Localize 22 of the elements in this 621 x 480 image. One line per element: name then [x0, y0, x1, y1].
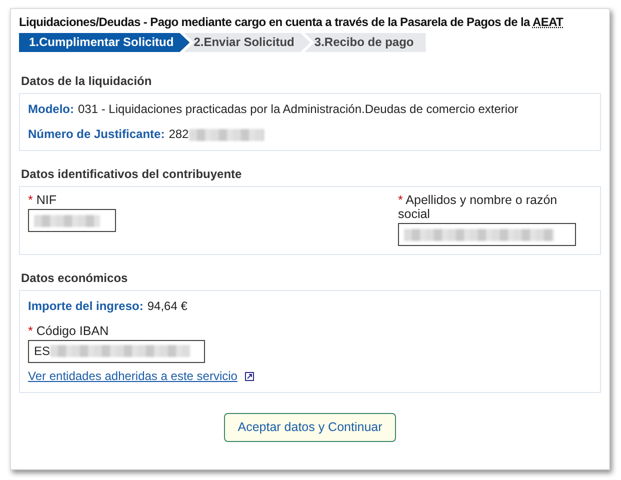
field-label: Número de Justificante: [28, 127, 165, 142]
text-field[interactable] [398, 223, 576, 246]
step-tab[interactable]: 1.Cumplimentar Solicitud [19, 33, 190, 52]
step-tab[interactable]: 3.Recibo de pago [304, 33, 426, 52]
external-link-icon[interactable] [245, 372, 254, 381]
section-heading: Datos de la liquidación [21, 74, 153, 89]
text-field[interactable] [28, 209, 116, 232]
field-value: 94,64 € [147, 299, 188, 313]
step-tab[interactable]: 2.Enviar Solicitud [184, 33, 310, 52]
field-value: 031 - Liquidaciones practicadas por la Administración.Deudas de comercio exterior [78, 102, 518, 117]
field-value: 282 [168, 127, 189, 142]
page-title: Liquidaciones/Deudas - Pago mediante cargo en cuenta a través de la Pasarela de Pagos de la AEAT [19, 15, 564, 30]
field-label: * Código IBAN [28, 324, 110, 340]
field-label: * NIF [28, 193, 58, 207]
field-label: Importe del ingreso: [28, 299, 144, 313]
section-heading: Datos identificativos del contribuyente [21, 167, 243, 182]
iban-field[interactable]: ES [28, 340, 205, 363]
field-label: * Apellidos y nombre o razón social [398, 193, 558, 221]
entities-link[interactable]: Ver entidades adheridas a este servicio [28, 368, 238, 384]
section-heading: Datos económicos [21, 271, 129, 286]
field-label: Modelo: [28, 102, 74, 117]
accept-button[interactable]: Aceptar datos y Continuar [224, 412, 396, 442]
